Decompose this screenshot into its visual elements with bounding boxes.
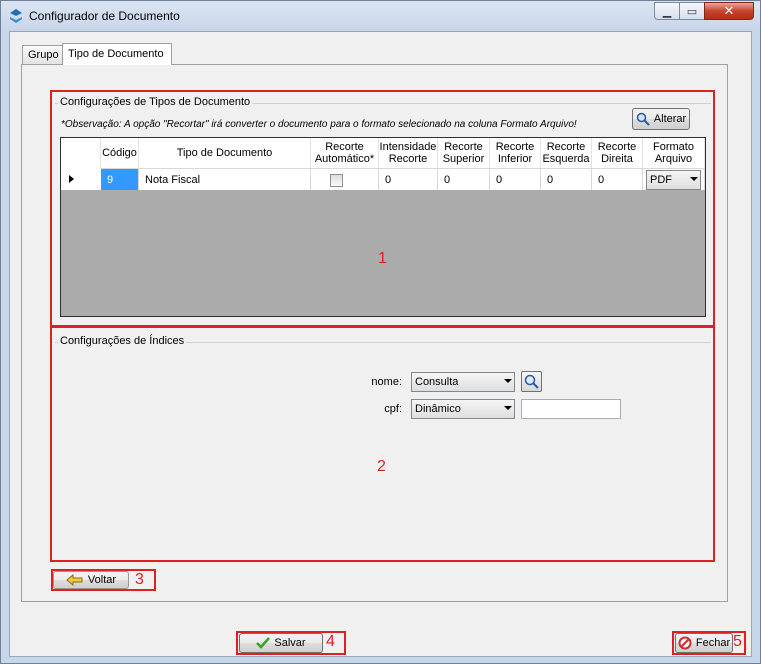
formato-value: PDF xyxy=(650,174,672,186)
col-header-recorte-direita[interactable]: Recorte Direita xyxy=(592,138,643,168)
col-header-formato-arquivo[interactable]: Formato Arquivo xyxy=(643,138,705,168)
voltar-label: Voltar xyxy=(87,574,117,586)
annotation-label-3: 3 xyxy=(135,571,144,588)
recorte-automatico-checkbox[interactable] xyxy=(330,174,343,187)
magnifier-icon xyxy=(636,112,650,126)
salvar-label: Salvar xyxy=(274,637,306,649)
cell-intensidade[interactable]: 0 xyxy=(379,168,438,190)
cell-tipo-documento[interactable]: Nota Fiscal xyxy=(139,168,311,190)
chevron-down-icon xyxy=(504,379,512,383)
formato-arquivo-select[interactable]: PDF xyxy=(646,170,701,190)
client-area: Grupo Tipo de Documento Configurações de… xyxy=(9,31,752,657)
checkmark-icon xyxy=(256,637,271,649)
annotation-label-5: 5 xyxy=(733,633,742,650)
title-bar: Configurador de Documento ▁ ▭ ✕ xyxy=(1,1,760,31)
doc-types-grid: Código Tipo de Documento Recorte Automát… xyxy=(60,137,706,317)
col-header-recorte-inferior[interactable]: Recorte Inferior xyxy=(490,138,541,168)
alterar-button[interactable]: Alterar xyxy=(632,108,690,130)
cell-formato-arquivo[interactable]: PDF xyxy=(643,168,705,190)
minimize-icon: ▁ xyxy=(662,5,672,18)
indices-group-title: Configurações de Índices xyxy=(58,335,187,347)
current-row-arrow-icon xyxy=(69,175,74,183)
col-header-recorte-esquerda[interactable]: Recorte Esquerda xyxy=(541,138,592,168)
tab-page-tipo-documento: Configurações de Tipos de Documento *Obs… xyxy=(21,64,728,602)
annotation-label-1: 1 xyxy=(378,250,387,267)
cpf-input[interactable] xyxy=(521,399,621,419)
window-title: Configurador de Documento xyxy=(29,9,180,23)
nome-search-button[interactable] xyxy=(521,371,542,392)
cpf-mode-select[interactable]: Dinâmico xyxy=(411,399,515,419)
table-row[interactable]: 9 Nota Fiscal 0 0 0 0 0 PDF xyxy=(101,168,705,190)
minimize-button[interactable]: ▁ xyxy=(654,2,680,20)
annotation-box-2 xyxy=(50,326,715,562)
row-header[interactable] xyxy=(61,168,102,190)
maximize-button[interactable]: ▭ xyxy=(679,2,705,20)
grid-header: Código Tipo de Documento Recorte Automát… xyxy=(61,138,705,168)
observation-note: *Observação: A opção "Recortar" irá conv… xyxy=(61,119,577,130)
col-header-tipo-documento[interactable]: Tipo de Documento xyxy=(139,138,311,168)
chevron-down-icon xyxy=(690,177,698,181)
annotation-label-2: 2 xyxy=(377,458,386,475)
alterar-label: Alterar xyxy=(653,113,687,125)
fechar-button[interactable]: Fechar xyxy=(675,633,733,653)
cell-recorte-automatico[interactable] xyxy=(311,168,379,190)
maximize-icon: ▭ xyxy=(686,5,698,18)
grid-corner xyxy=(61,138,101,168)
nome-mode-value: Consulta xyxy=(415,376,459,388)
fechar-label: Fechar xyxy=(695,637,731,649)
col-header-codigo[interactable]: Código xyxy=(101,138,139,168)
chevron-down-icon xyxy=(504,406,512,410)
tab-grupo[interactable]: Grupo xyxy=(22,45,63,64)
tab-tipo-documento[interactable]: Tipo de Documento xyxy=(62,43,172,65)
cell-recorte-superior[interactable]: 0 xyxy=(438,168,490,190)
close-window-button[interactable]: ✕ xyxy=(704,2,754,20)
app-window: Configurador de Documento ▁ ▭ ✕ Grupo Ti… xyxy=(0,0,761,664)
cell-codigo[interactable]: 9 xyxy=(101,168,139,190)
col-header-recorte-superior[interactable]: Recorte Superior xyxy=(438,138,490,168)
tab-label: Grupo xyxy=(28,49,59,61)
cell-recorte-inferior[interactable]: 0 xyxy=(490,168,541,190)
doc-types-group-title: Configurações de Tipos de Documento xyxy=(58,96,253,108)
col-header-recorte-automatico[interactable]: Recorte Automático* xyxy=(311,138,379,168)
cpf-label: cpf: xyxy=(384,403,402,415)
nome-mode-select[interactable]: Consulta xyxy=(411,372,515,392)
voltar-button[interactable]: Voltar xyxy=(53,571,129,589)
annotation-label-4: 4 xyxy=(326,633,335,650)
cpf-mode-value: Dinâmico xyxy=(415,403,461,415)
nome-label: nome: xyxy=(371,376,402,388)
cell-recorte-esquerda[interactable]: 0 xyxy=(541,168,592,190)
back-arrow-icon xyxy=(66,574,83,586)
col-header-intensidade-recorte[interactable]: Intensidade Recorte xyxy=(379,138,438,168)
tab-label: Tipo de Documento xyxy=(68,48,164,60)
salvar-button[interactable]: Salvar xyxy=(239,633,323,653)
magnifier-icon xyxy=(524,374,539,389)
app-logo-icon xyxy=(10,9,22,23)
close-icon: ✕ xyxy=(723,3,735,18)
no-entry-icon xyxy=(678,636,692,650)
cell-recorte-direita[interactable]: 0 xyxy=(592,168,643,190)
